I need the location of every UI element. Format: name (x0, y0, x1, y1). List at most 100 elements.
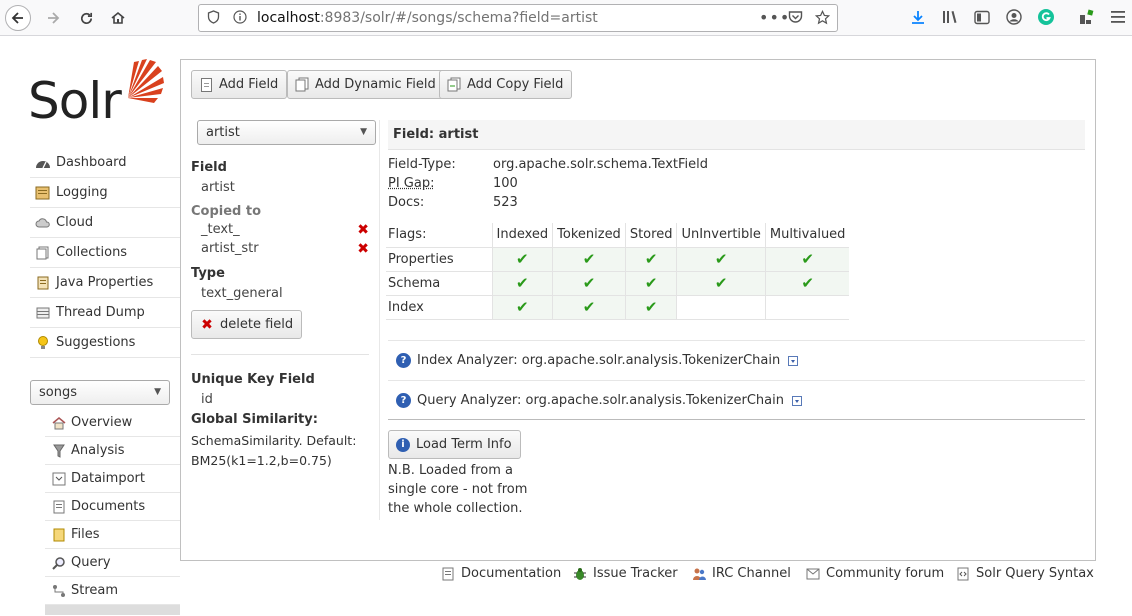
help-icon[interactable]: ? (396, 353, 411, 368)
copied-to-heading: Copied to (191, 204, 262, 219)
page-info-icon[interactable] (233, 10, 247, 28)
bug-icon (573, 567, 587, 581)
library-icon[interactable] (940, 7, 960, 27)
browser-toolbar: localhost:8983/solr/#/songs/schema?field… (0, 0, 1132, 36)
extensions-icon[interactable] (1077, 7, 1097, 27)
field-name-value: artist (201, 180, 235, 195)
nav-label: Dashboard (56, 155, 127, 170)
nav-analysis[interactable]: Analysis (45, 437, 180, 465)
files-icon (51, 528, 67, 542)
flag-cell: ✔ (491, 247, 553, 272)
flag-row-label: Schema (386, 271, 492, 296)
nav-files[interactable]: Files (45, 521, 180, 549)
shield-icon[interactable] (207, 10, 220, 28)
sidebar-toggle-icon[interactable] (972, 7, 992, 27)
index-analyzer-row[interactable]: ? Index Analyzer: org.apache.solr.analys… (388, 340, 1085, 380)
dataimport-icon (51, 472, 67, 486)
flag-cell: ✔ (676, 271, 766, 296)
core-selector[interactable]: songs ▼ (30, 380, 170, 405)
similarity-value: SchemaSimilarity. Default: (191, 433, 357, 448)
field-type-value: org.apache.solr.schema.TextField (493, 157, 708, 172)
solr-logo[interactable]: Solr (28, 58, 168, 130)
download-icon[interactable] (908, 7, 928, 27)
footer-community-forum-link[interactable]: Community forum (806, 566, 944, 581)
nav-documents[interactable]: Documents (45, 493, 180, 521)
button-label: Add Field (219, 77, 279, 92)
help-icon[interactable]: ? (396, 393, 411, 408)
nav-label: Analysis (71, 443, 125, 458)
chevron-down-icon: ▼ (154, 387, 161, 397)
nav-label: Logging (56, 185, 108, 200)
field-selector-value: artist (206, 125, 240, 140)
reload-icon (80, 12, 92, 24)
nav-schema[interactable] (45, 605, 180, 615)
flags-row-index: Index ✔ ✔ ✔ (386, 295, 850, 320)
reload-button[interactable] (73, 5, 99, 31)
analysis-icon (51, 444, 67, 458)
pocket-icon[interactable] (788, 10, 803, 28)
footer-link-label: Solr Query Syntax (976, 566, 1094, 581)
thread-dump-icon (34, 306, 52, 320)
hamburger-menu-icon[interactable] (1108, 7, 1128, 27)
code-document-icon (956, 567, 970, 581)
nav-overview[interactable]: Overview (45, 409, 180, 437)
forward-button[interactable] (40, 5, 66, 31)
expand-toggle-icon[interactable] (791, 395, 802, 406)
nav-stream[interactable]: Stream (45, 577, 180, 605)
remove-copy-field-icon[interactable]: ✖ (357, 241, 369, 257)
checkmark-icon: ✔ (714, 250, 728, 268)
checkmark-icon: ✔ (644, 274, 658, 292)
term-info-note: N.B. Loaded from a single core - not fro… (388, 463, 528, 516)
nav-collections[interactable]: Collections (30, 238, 180, 268)
home-button[interactable] (105, 5, 131, 31)
nav-label: Files (71, 527, 100, 542)
field-header: Field: artist (388, 120, 1085, 150)
flag-cell: ✔ (552, 295, 626, 320)
copied-to-item: _text_ ✖ (191, 222, 371, 241)
people-icon (692, 567, 706, 581)
nav-dataimport[interactable]: Dataimport (45, 465, 180, 493)
back-button[interactable] (5, 5, 31, 31)
nav-thread-dump[interactable]: Thread Dump (30, 298, 180, 328)
docs-value: 523 (493, 195, 518, 210)
query-analyzer-row[interactable]: ? Query Analyzer: org.apache.solr.analys… (388, 380, 1085, 420)
flag-column-header: UnInvertible (676, 223, 766, 248)
flag-cell: ✔ (764, 271, 850, 296)
add-dynamic-field-button[interactable]: Add Dynamic Field (287, 70, 445, 99)
footer-issue-tracker-link[interactable]: Issue Tracker (573, 566, 678, 581)
index-analyzer-value: org.apache.solr.analysis.TokenizerChain (521, 353, 781, 368)
core-nav: Overview Analysis Dataimport Documents F… (45, 409, 180, 615)
grammarly-icon[interactable] (1036, 7, 1056, 27)
flag-cell: ✔ (491, 295, 553, 320)
bookmark-star-icon[interactable] (814, 9, 831, 29)
remove-copy-field-icon[interactable]: ✖ (357, 222, 369, 238)
flag-row-label: Index (386, 295, 492, 320)
delete-field-button[interactable]: ✖ delete field (191, 310, 303, 339)
add-field-button[interactable]: Add Field (191, 70, 288, 99)
load-term-info-button[interactable]: i Load Term Info (388, 430, 521, 459)
nav-query[interactable]: Query (45, 549, 180, 577)
java-properties-icon (34, 276, 52, 290)
field-selector[interactable]: artist ▼ (197, 120, 376, 145)
nav-suggestions[interactable]: Suggestions (30, 328, 180, 358)
footer-documentation-link[interactable]: Documentation (441, 566, 561, 581)
index-analyzer-label: Index Analyzer: (417, 353, 518, 368)
nav-label: Java Properties (56, 275, 154, 290)
account-icon[interactable] (1004, 7, 1024, 27)
add-copy-field-button[interactable]: Add Copy Field (439, 70, 573, 99)
nav-label: Dataimport (71, 471, 145, 486)
nav-dashboard[interactable]: Dashboard (30, 148, 180, 178)
copied-to-name: artist_str (201, 241, 259, 256)
footer-query-syntax-link[interactable]: Solr Query Syntax (956, 566, 1094, 581)
expand-toggle-icon[interactable] (788, 355, 799, 366)
nav-cloud[interactable]: Cloud (30, 208, 180, 238)
home-icon (111, 11, 125, 24)
field-heading: Field (191, 160, 227, 175)
url-bar[interactable]: localhost:8983/solr/#/songs/schema?field… (198, 4, 838, 32)
nav-logging[interactable]: Logging (30, 178, 180, 208)
checkmark-icon: ✔ (516, 250, 529, 268)
page-actions-icon[interactable]: ••• (759, 8, 790, 27)
nav-java-properties[interactable]: Java Properties (30, 268, 180, 298)
checkmark-icon: ✔ (582, 298, 596, 316)
footer-irc-channel-link[interactable]: IRC Channel (692, 566, 791, 581)
